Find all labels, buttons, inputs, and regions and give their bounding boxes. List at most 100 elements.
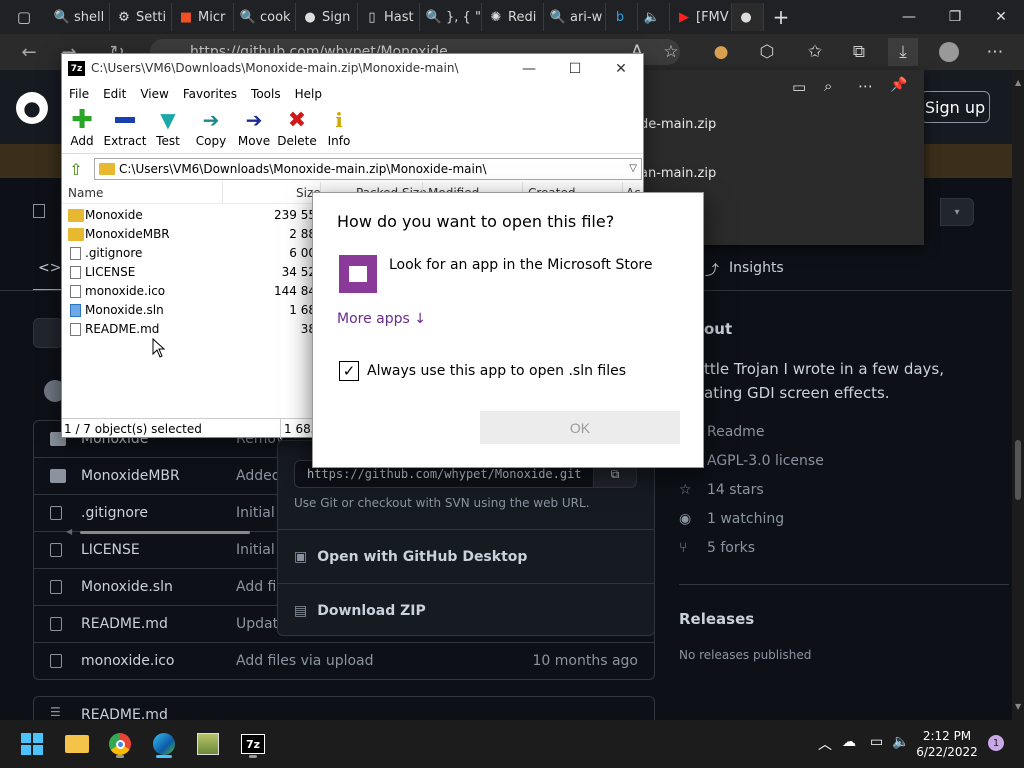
github-logo-icon[interactable]: ● [16, 92, 48, 124]
chevron-down-icon[interactable]: ▽ [629, 159, 637, 179]
chrome-button[interactable] [104, 728, 136, 760]
downloads-search-icon[interactable]: ⌕ [824, 77, 832, 95]
browser-tab[interactable]: 🔍}, { "c [420, 3, 482, 31]
network-icon[interactable]: ▭ [870, 734, 883, 750]
scroll-left-icon[interactable]: ◀ [66, 527, 72, 536]
sign-up-button[interactable]: Sign up [920, 91, 990, 123]
file-explorer-button[interactable] [61, 728, 93, 760]
file-name[interactable]: monoxide.ico [81, 653, 175, 669]
start-button[interactable] [16, 728, 48, 760]
move-button[interactable]: ➔ Move [231, 108, 277, 152]
downloads-pin-icon[interactable]: 📌 [890, 77, 907, 93]
ok-button[interactable]: OK [480, 411, 680, 444]
menu-favorites[interactable]: Favorites [176, 84, 244, 104]
clock[interactable]: 2:12 PM 6/22/2022 [912, 728, 982, 760]
download-item-2[interactable]: an-main.zip [640, 166, 716, 181]
list-item[interactable]: MonoxideMBR 2 88 [62, 225, 322, 244]
list-item[interactable]: LICENSE 34 52 [62, 263, 322, 282]
list-item[interactable]: Monoxide.sln 1 68 [62, 301, 322, 320]
browser-tab[interactable]: ▶ [FMV [670, 3, 732, 31]
always-use-checkbox[interactable]: ✓ [339, 361, 359, 381]
menu-view[interactable]: View [133, 84, 175, 104]
stars-link[interactable]: 14 stars [707, 482, 764, 498]
new-tab-button[interactable]: + [764, 0, 798, 34]
license-link[interactable]: AGPL-3.0 license [707, 453, 824, 469]
branch-button[interactable] [33, 318, 63, 348]
file-name[interactable]: Monoxide.sln [81, 579, 173, 595]
sevenzip-maximize-button[interactable]: ☐ [552, 54, 598, 84]
volume-icon[interactable]: 🔈 [892, 734, 909, 750]
more-menu-icon[interactable]: ⋯ [980, 38, 1010, 66]
browser-tab[interactable]: b [606, 3, 638, 31]
commit-message[interactable]: Added [236, 468, 281, 484]
browser-minimize-button[interactable]: — [886, 0, 932, 34]
info-button[interactable]: i Info [316, 108, 362, 152]
file-name[interactable]: LICENSE [81, 542, 140, 558]
extract-button[interactable]: Extract [102, 108, 148, 152]
add-favorite-icon[interactable]: ☆ [656, 38, 686, 66]
more-apps-link[interactable]: More apps ↓ [337, 311, 426, 327]
commit-message[interactable]: Add fil [236, 579, 280, 595]
code-tab-icon[interactable]: <> [38, 260, 61, 276]
browser-tab[interactable]: 🔈 [638, 3, 670, 31]
browser-close-button[interactable]: ✕ [978, 0, 1024, 34]
add-button[interactable]: ✚ Add [59, 105, 105, 152]
browser-tab[interactable]: ● Sign [296, 3, 358, 31]
browser-tab[interactable]: 🔍 cook [234, 3, 296, 31]
sevenzip-minimize-button[interactable]: — [506, 54, 552, 84]
profile-avatar[interactable] [934, 38, 964, 66]
browser-tab[interactable]: ▯ Hast [358, 3, 420, 31]
forks-link[interactable]: 5 forks [707, 540, 755, 556]
up-folder-icon[interactable]: ⇧ [66, 159, 86, 179]
copy-button[interactable]: ➔ Copy [188, 108, 234, 152]
file-name[interactable]: MonoxideMBR [81, 468, 180, 484]
path-input[interactable]: C:\Users\VM6\Downloads\Monoxide-main.zip… [94, 158, 642, 180]
back-button[interactable]: ← [12, 34, 46, 70]
browser-restore-button[interactable]: ❐ [932, 0, 978, 34]
extensions-icon[interactable]: ⬡ [752, 38, 782, 66]
sevenzip-titlebar[interactable]: 7z C:\Users\VM6\Downloads\Monoxide-main.… [62, 54, 643, 84]
download-item-1[interactable]: de-main.zip [640, 117, 716, 132]
menu-tools[interactable]: Tools [244, 84, 288, 104]
browser-tab[interactable]: ■ Micr [172, 3, 234, 31]
store-option[interactable]: Look for an app in the Microsoft Store [389, 257, 652, 273]
downloads-more-icon[interactable]: ⋯ [858, 77, 873, 95]
list-item[interactable]: monoxide.ico 144 84 [62, 282, 322, 301]
list-item[interactable]: .gitignore 6 00 [62, 244, 322, 263]
download-zip-button[interactable]: ▤ Download ZIP [278, 583, 654, 637]
menu-help[interactable]: Help [288, 84, 329, 104]
list-item[interactable]: README.md 38 [62, 320, 322, 339]
horizontal-scrollbar[interactable] [80, 531, 250, 534]
releases-heading[interactable]: Releases [679, 610, 754, 628]
column-name[interactable]: Name [68, 186, 103, 200]
file-name[interactable]: .gitignore [81, 505, 148, 521]
notification-badge[interactable]: 1 [988, 735, 1004, 751]
tab-insights[interactable]: Insights [729, 260, 784, 276]
browser-tab[interactable]: 🔍 ari-w [544, 3, 606, 31]
edge-button[interactable] [148, 728, 180, 760]
downloads-icon[interactable]: ⤓ [888, 38, 918, 66]
list-item[interactable]: Monoxide 239 55 [62, 206, 322, 225]
delete-button[interactable]: ✖ Delete [274, 108, 320, 152]
commit-message[interactable]: Add files via upload [236, 653, 374, 669]
browser-tab[interactable]: ⚙ Setti [110, 3, 172, 31]
page-scrollbar[interactable]: ▲ ▼ [1012, 70, 1024, 720]
favorites-icon[interactable]: ✩ [800, 38, 830, 66]
file-name[interactable]: README.md [81, 616, 168, 632]
onedrive-icon[interactable]: ☁ [842, 734, 856, 750]
menu-file[interactable]: File [62, 84, 96, 104]
browser-tab[interactable]: ● [732, 3, 764, 31]
sevenzip-close-button[interactable]: ✕ [598, 54, 644, 84]
collections-icon[interactable]: ⧉ [844, 38, 874, 66]
menu-edit[interactable]: Edit [96, 84, 133, 104]
always-use-label[interactable]: Always use this app to open .sln files [367, 363, 626, 379]
browser-tab[interactable]: 🔍 shell [48, 3, 110, 31]
readme-link[interactable]: Readme [707, 424, 764, 440]
browser-tab[interactable]: ✺ Redi [482, 3, 544, 31]
open-github-desktop-button[interactable]: ▣ Open with GitHub Desktop [278, 529, 654, 583]
table-row[interactable]: monoxide.ico Add files via upload 10 month… [34, 642, 654, 679]
star-dropdown[interactable]: ▾ [940, 198, 974, 226]
archive-app-button[interactable] [192, 728, 224, 760]
sevenzip-taskbar-button[interactable]: 7z [237, 728, 269, 760]
tab-actions-icon[interactable]: ▢ [0, 0, 48, 34]
